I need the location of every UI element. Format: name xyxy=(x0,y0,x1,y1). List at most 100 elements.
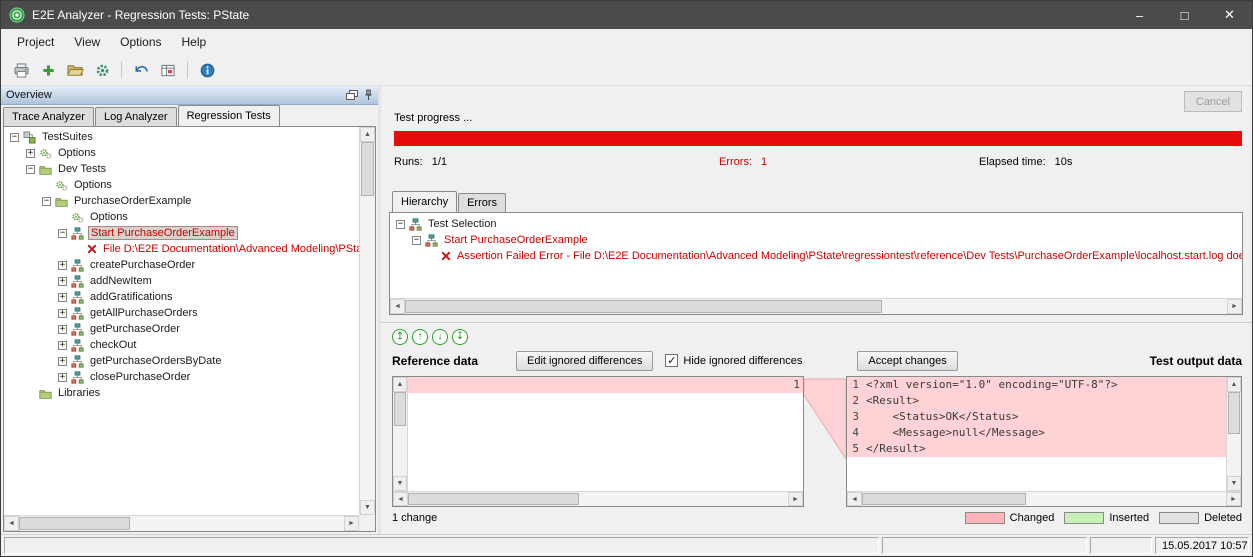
tree-item[interactable]: −TestSuites xyxy=(4,129,359,145)
scrollbar-track[interactable] xyxy=(405,299,1227,314)
scroll-left-button[interactable]: ◄ xyxy=(847,492,862,506)
tree-item[interactable]: +addNewItem xyxy=(4,273,359,289)
horizontal-scrollbar[interactable]: ◄► xyxy=(390,298,1242,314)
tab-hierarchy[interactable]: Hierarchy xyxy=(392,191,457,212)
horizontal-scrollbar[interactable]: ◄► xyxy=(847,491,1241,506)
menu-help[interactable]: Help xyxy=(172,32,217,52)
collapse-icon[interactable]: − xyxy=(10,133,19,142)
settings-gear-button[interactable] xyxy=(90,58,114,82)
scrollbar-track[interactable] xyxy=(862,492,1226,506)
tab-log-analyzer[interactable]: Log Analyzer xyxy=(95,107,177,126)
last-difference-button[interactable]: ↧ xyxy=(452,329,468,345)
close-button[interactable]: ✕ xyxy=(1207,1,1252,29)
collapse-icon[interactable]: − xyxy=(42,197,51,206)
tree-item[interactable]: +Options xyxy=(4,145,359,161)
next-difference-button[interactable]: ↓ xyxy=(432,329,448,345)
cancel-button[interactable]: Cancel xyxy=(1184,91,1242,112)
pin-icon[interactable] xyxy=(364,89,373,101)
collapse-icon[interactable]: − xyxy=(412,236,421,245)
collapse-icon[interactable]: − xyxy=(26,165,35,174)
tree-item[interactable]: +getPurchaseOrder xyxy=(4,321,359,337)
vertical-scrollbar[interactable]: ▲▼ xyxy=(359,127,375,515)
report-button[interactable] xyxy=(156,58,180,82)
scroll-up-button[interactable]: ▲ xyxy=(393,377,407,392)
expand-icon[interactable]: + xyxy=(58,357,67,366)
scroll-up-button[interactable]: ▲ xyxy=(1227,377,1241,392)
first-difference-button[interactable]: ↥ xyxy=(392,329,408,345)
tree-item[interactable]: +createPurchaseOrder xyxy=(4,257,359,273)
tree-item[interactable]: −Start PurchaseOrderExample xyxy=(390,232,1242,248)
tree-item[interactable]: File D:\E2E Documentation\Advanced Model… xyxy=(4,241,359,257)
tree-item[interactable]: Libraries xyxy=(4,385,359,401)
tree-item[interactable]: +getAllPurchaseOrders xyxy=(4,305,359,321)
expand-icon[interactable]: + xyxy=(58,325,67,334)
scrollbar-thumb[interactable] xyxy=(394,392,406,426)
tree-item[interactable]: +closePurchaseOrder xyxy=(4,369,359,385)
tab-trace-analyzer[interactable]: Trace Analyzer xyxy=(3,107,94,126)
scroll-right-button[interactable]: ► xyxy=(788,492,803,506)
scroll-down-button[interactable]: ▼ xyxy=(393,476,407,491)
scroll-left-button[interactable]: ◄ xyxy=(4,516,19,531)
scrollbar-thumb[interactable] xyxy=(405,300,882,313)
edit-ignored-differences-button[interactable]: Edit ignored differences xyxy=(516,351,653,371)
tree-item[interactable]: +checkOut xyxy=(4,337,359,353)
scrollbar-track[interactable] xyxy=(360,142,375,500)
scroll-down-button[interactable]: ▼ xyxy=(1227,476,1241,491)
scroll-left-button[interactable]: ◄ xyxy=(390,299,405,314)
expand-icon[interactable]: + xyxy=(58,293,67,302)
maximize-button[interactable]: □ xyxy=(1162,1,1207,29)
undo-button[interactable] xyxy=(129,58,153,82)
horizontal-scrollbar[interactable]: ◄► xyxy=(393,491,803,506)
menu-view[interactable]: View xyxy=(64,32,110,52)
minimize-button[interactable]: – xyxy=(1117,1,1162,29)
scrollbar-track[interactable] xyxy=(19,516,344,531)
vertical-scrollbar[interactable]: ▲▼ xyxy=(1226,377,1241,491)
horizontal-scrollbar[interactable]: ◄► xyxy=(4,515,359,531)
menu-options[interactable]: Options xyxy=(110,32,171,52)
previous-difference-button[interactable]: ↑ xyxy=(412,329,428,345)
scroll-right-button[interactable]: ► xyxy=(1226,492,1241,506)
vertical-scrollbar[interactable]: ▲▼ xyxy=(393,377,408,491)
scrollbar-track[interactable] xyxy=(1227,392,1241,476)
tree-item[interactable]: Assertion Failed Error - File D:\E2E Doc… xyxy=(390,248,1242,264)
print-button[interactable] xyxy=(9,58,33,82)
tree-item[interactable]: +getPurchaseOrdersByDate xyxy=(4,353,359,369)
tree-item[interactable]: Options xyxy=(4,177,359,193)
tree-item[interactable]: −PurchaseOrderExample xyxy=(4,193,359,209)
scroll-right-button[interactable]: ► xyxy=(344,516,359,531)
info-button[interactable] xyxy=(195,58,219,82)
expand-icon[interactable]: + xyxy=(26,149,35,158)
expand-icon[interactable]: + xyxy=(58,341,67,350)
scrollbar-track[interactable] xyxy=(408,492,788,506)
tab-errors[interactable]: Errors xyxy=(458,193,506,212)
scrollbar-thumb[interactable] xyxy=(361,142,374,196)
open-folder-button[interactable] xyxy=(63,58,87,82)
scroll-right-button[interactable]: ► xyxy=(1227,299,1242,314)
tree-item[interactable]: Options xyxy=(4,209,359,225)
tree-item[interactable]: +addGratifications xyxy=(4,289,359,305)
collapse-icon[interactable]: − xyxy=(58,229,67,238)
tab-regression-tests[interactable]: Regression Tests xyxy=(178,105,280,126)
scroll-left-button[interactable]: ◄ xyxy=(393,492,408,506)
expand-icon[interactable]: + xyxy=(58,261,67,270)
scrollbar-track[interactable] xyxy=(393,392,407,476)
scrollbar-thumb[interactable] xyxy=(19,517,130,530)
scrollbar-thumb[interactable] xyxy=(408,493,579,505)
tree-item[interactable]: −Test Selection xyxy=(390,216,1242,232)
tree-item[interactable]: −Start PurchaseOrderExample xyxy=(4,225,359,241)
scrollbar-thumb[interactable] xyxy=(1228,392,1240,434)
menu-project[interactable]: Project xyxy=(7,32,64,52)
hide-ignored-checkbox[interactable] xyxy=(665,354,678,367)
collapse-icon[interactable]: − xyxy=(396,220,405,229)
scroll-up-button[interactable]: ▲ xyxy=(360,127,375,142)
accept-changes-button[interactable]: Accept changes xyxy=(857,351,957,371)
expand-icon[interactable]: + xyxy=(58,373,67,382)
hide-ignored-differences[interactable]: Hide ignored differences xyxy=(665,354,802,367)
scroll-down-button[interactable]: ▼ xyxy=(360,500,375,515)
tree-item[interactable]: −Dev Tests xyxy=(4,161,359,177)
float-window-icon[interactable] xyxy=(346,90,358,100)
expand-icon[interactable]: + xyxy=(58,309,67,318)
add-button[interactable] xyxy=(36,58,60,82)
scrollbar-thumb[interactable] xyxy=(862,493,1026,505)
expand-icon[interactable]: + xyxy=(58,277,67,286)
